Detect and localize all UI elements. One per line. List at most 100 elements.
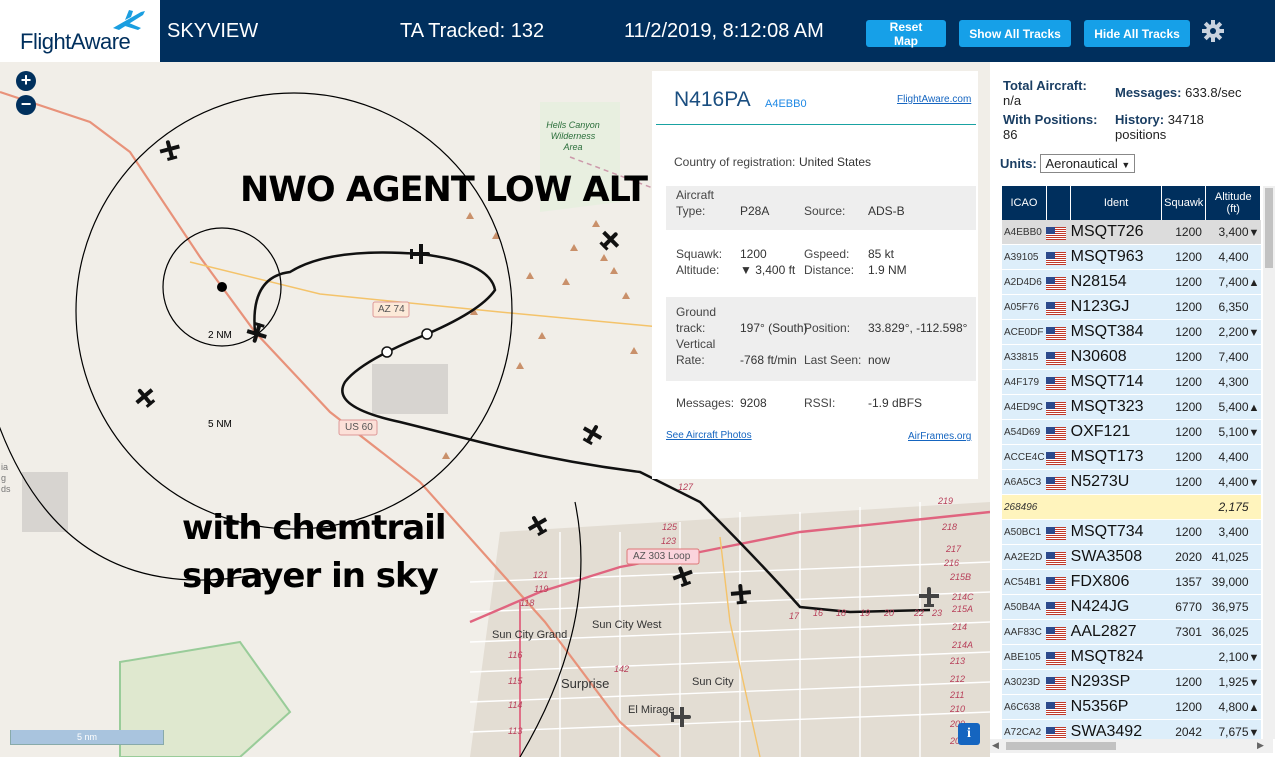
cell-altitude: 5,400▲ <box>1205 394 1261 420</box>
receiver-site-marker <box>217 282 227 292</box>
cell-altitude: 3,400 <box>1205 519 1261 545</box>
table-row[interactable]: A33815 N30608 1200 7,400 <box>1002 344 1261 370</box>
zoom-in-button[interactable]: + <box>16 71 36 91</box>
wilderness-label-line2: Wilderness <box>550 131 596 141</box>
flightaware-link[interactable]: FlightAware.com <box>897 94 971 105</box>
cell-squawk: 6770 <box>1161 594 1206 620</box>
history-label: History: <box>1115 112 1165 127</box>
table-row[interactable]: ACCE4C MSQT173 1200 4,400 <box>1002 444 1261 470</box>
popup-divider <box>656 124 976 125</box>
column-squawk[interactable]: Squawk <box>1161 186 1207 220</box>
aircraft-photos-link[interactable]: See Aircraft Photos <box>666 430 752 441</box>
cell-squawk: 1200 <box>1161 369 1206 395</box>
us-flag-icon <box>1046 276 1067 290</box>
horizontal-scroll-thumb[interactable] <box>1006 742 1116 750</box>
cell-icao: A50BC1 <box>1002 519 1047 545</box>
units-select[interactable]: Aeronautical ▼ <box>1040 154 1136 173</box>
table-row[interactable]: AAF83C AAL2827 7301 36,025 <box>1002 619 1261 645</box>
map-info-button[interactable]: i <box>958 723 980 745</box>
cell-flag <box>1046 344 1071 370</box>
altitude-trend-icon: ▼ <box>1248 327 1260 339</box>
cell-ident: N5356P <box>1070 694 1162 720</box>
road-number: 219 <box>938 496 954 506</box>
table-row[interactable]: A3023D N293SP 1200 1,925▼ <box>1002 669 1261 695</box>
altitude-value: 3,400 <box>1218 225 1249 239</box>
table-row[interactable]: A54D69 OXF121 1200 5,100▼ <box>1002 419 1261 445</box>
total-aircraft-value: n/a <box>1003 93 1022 108</box>
town-surprise: Surprise <box>561 676 610 691</box>
cell-ident: MSQT323 <box>1070 394 1162 420</box>
table-horizontal-scrollbar[interactable]: ◀ ▶ <box>990 739 1273 753</box>
flightaware-logo[interactable]: FlightAware <box>0 0 160 62</box>
rssi-label: RSSI: <box>804 396 836 410</box>
table-row[interactable]: ACE0DF MSQT384 1200 2,200▼ <box>1002 319 1261 345</box>
table-vertical-scrollbar[interactable] <box>1263 186 1275 739</box>
table-row[interactable]: A05F76 N123GJ 1200 6,350 <box>1002 294 1261 320</box>
peak-markers <box>442 212 638 459</box>
cell-ident: MSQT714 <box>1070 369 1162 395</box>
us-flag-icon <box>1046 451 1067 465</box>
cell-altitude: 6,350 <box>1205 294 1261 320</box>
cell-ident: N123GJ <box>1070 294 1162 320</box>
road-number: 115 <box>508 676 523 686</box>
reset-map-button[interactable]: Reset Map <box>866 20 946 48</box>
town-el-mirage: El Mirage <box>628 704 675 716</box>
table-row[interactable]: A6C638 N5356P 1200 4,800▲ <box>1002 694 1261 720</box>
left-edge-label-line1: ia <box>1 462 9 472</box>
table-row[interactable]: AC54B1 FDX806 1357 39,000 <box>1002 569 1261 595</box>
altitude-value: 2,100 <box>1218 650 1249 664</box>
az74-road <box>189 261 661 328</box>
cell-squawk: 7301 <box>1161 619 1206 645</box>
table-row[interactable]: A2D4D6 N28154 1200 7,400▲ <box>1002 269 1261 295</box>
altitude-value: 2,200 <box>1218 325 1249 339</box>
table-row[interactable]: A50B4A N424JG 6770 36,975 <box>1002 594 1261 620</box>
road-number: 210 <box>950 704 966 714</box>
vertical-scroll-thumb[interactable] <box>1265 188 1273 268</box>
hide-all-tracks-button[interactable]: Hide All Tracks <box>1084 20 1190 47</box>
show-all-tracks-button[interactable]: Show All Tracks <box>959 20 1071 47</box>
cell-icao: ACE0DF <box>1002 319 1047 345</box>
track-point <box>381 346 393 358</box>
scroll-left-icon[interactable]: ◀ <box>992 740 999 751</box>
cell-flag <box>1046 544 1071 570</box>
cell-ident: N28154 <box>1070 269 1162 295</box>
altitude-trend-icon: ▼ <box>1248 477 1260 489</box>
road-number: 22 <box>914 608 925 618</box>
table-row[interactable]: 268496 2,175 <box>1002 494 1261 520</box>
cell-ident: SWA3508 <box>1070 544 1162 570</box>
units-label: Units: <box>1000 156 1037 171</box>
road-number: 16 <box>813 608 824 618</box>
column-altitude[interactable]: Altitude (ft) <box>1205 186 1261 220</box>
altitude-trend-icon: ▲ <box>1248 702 1260 714</box>
us-flag-icon <box>1046 301 1067 315</box>
table-row[interactable]: A6A5C3 N5273U 1200 4,400▼ <box>1002 469 1261 495</box>
road-number: 118 <box>520 598 535 608</box>
airframes-link[interactable]: AirFrames.org <box>908 431 971 442</box>
map-view[interactable]: Hells Canyon Wilderness Area 2 NM 5 NM A… <box>0 62 990 757</box>
road-number: 119 <box>534 584 549 594</box>
table-row[interactable]: A4ED9C MSQT323 1200 5,400▲ <box>1002 394 1261 420</box>
cell-squawk <box>1161 494 1206 520</box>
altitude-header-line1: Altitude <box>1214 191 1252 203</box>
cell-squawk: 1200 <box>1161 469 1206 495</box>
cell-flag <box>1046 519 1071 545</box>
scroll-right-icon[interactable]: ▶ <box>1257 740 1264 751</box>
cell-squawk <box>1161 644 1206 670</box>
table-row[interactable]: A39105 MSQT963 1200 4,400 <box>1002 244 1261 270</box>
tracked-count: TA Tracked: 132 <box>400 20 545 42</box>
table-row[interactable]: A50BC1 MSQT734 1200 3,400 <box>1002 519 1261 545</box>
cell-icao: AA2E2D <box>1002 544 1047 570</box>
table-row[interactable]: A4F179 MSQT714 1200 4,300 <box>1002 369 1261 395</box>
history-unit: positions <box>1115 127 1167 142</box>
column-ident[interactable]: Ident <box>1070 186 1163 220</box>
wilderness-label: Hells Canyon Wilderness Area <box>543 120 603 153</box>
cell-altitude: 1,925▼ <box>1205 669 1261 695</box>
column-icao[interactable]: ICAO <box>1002 186 1047 220</box>
table-row[interactable]: ABE105 MSQT824 2,100▼ <box>1002 644 1261 670</box>
gear-icon[interactable] <box>1201 19 1225 43</box>
cell-icao: A3023D <box>1002 669 1047 695</box>
table-row[interactable]: AA2E2D SWA3508 2020 41,025 <box>1002 544 1261 570</box>
cell-altitude: 36,975 <box>1205 594 1261 620</box>
zoom-out-button[interactable]: − <box>16 95 36 115</box>
table-row[interactable]: A4EBB0 MSQT726 1200 3,400▼ <box>1002 220 1261 245</box>
